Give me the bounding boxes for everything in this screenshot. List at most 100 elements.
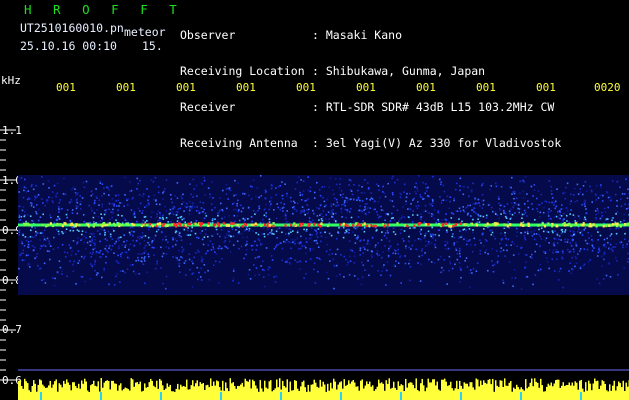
noise-pixel	[490, 233, 493, 236]
activity-bar	[133, 386, 135, 400]
noise-pixel	[137, 256, 139, 259]
noise-pixel	[157, 186, 160, 188]
noise-pixel	[612, 246, 615, 248]
activity-bar	[478, 386, 480, 400]
noise-pixel	[592, 245, 594, 248]
noise-pixel	[308, 220, 311, 223]
noise-pixel	[260, 195, 262, 197]
noise-pixel	[615, 227, 617, 230]
noise-pixel	[197, 278, 199, 281]
noise-pixel	[219, 209, 221, 211]
noise-pixel	[600, 186, 602, 189]
noise-pixel	[109, 218, 111, 221]
noise-pixel	[331, 252, 334, 255]
noise-pixel	[399, 256, 401, 258]
carrier-hotspot	[142, 223, 145, 227]
noise-pixel	[523, 235, 526, 237]
noise-pixel	[548, 180, 551, 182]
noise-pixel	[245, 226, 247, 229]
noise-pixel	[181, 218, 184, 221]
noise-pixel	[229, 189, 232, 192]
noise-pixel	[217, 214, 219, 217]
activity-bar	[144, 383, 146, 400]
noise-pixel	[105, 245, 108, 247]
noise-pixel	[563, 212, 565, 215]
activity-bar	[252, 379, 254, 400]
noise-pixel	[189, 200, 191, 203]
noise-pixel	[218, 211, 220, 213]
noise-pixel	[143, 257, 145, 260]
noise-pixel	[459, 247, 461, 250]
carrier-hotspot	[574, 223, 577, 226]
noise-pixel	[597, 251, 600, 254]
noise-pixel	[378, 189, 380, 191]
noise-pixel	[353, 198, 355, 201]
noise-pixel	[354, 227, 357, 230]
noise-pixel	[427, 230, 430, 233]
noise-pixel	[412, 210, 414, 212]
noise-pixel	[36, 232, 39, 234]
noise-pixel	[449, 262, 452, 265]
noise-pixel	[18, 231, 21, 233]
activity-bar	[601, 380, 603, 400]
noise-pixel	[76, 241, 79, 244]
noise-pixel	[240, 233, 243, 235]
noise-pixel	[296, 202, 299, 205]
noise-pixel	[275, 217, 278, 220]
activity-bar	[351, 381, 353, 400]
activity-bar	[307, 384, 309, 400]
noise-pixel	[569, 234, 572, 237]
noise-pixel	[258, 196, 261, 199]
activity-bar	[306, 391, 308, 400]
activity-bar	[256, 388, 258, 400]
noise-pixel	[94, 199, 96, 202]
activity-bar	[90, 385, 92, 400]
noise-pixel	[148, 244, 151, 246]
activity-bar	[382, 383, 384, 400]
noise-pixel	[583, 229, 585, 231]
noise-pixel	[524, 237, 526, 239]
noise-pixel	[573, 234, 575, 236]
noise-pixel	[58, 260, 61, 262]
noise-pixel	[150, 216, 152, 218]
noise-pixel	[318, 188, 321, 191]
noise-pixel	[542, 230, 545, 233]
noise-pixel	[504, 231, 506, 234]
noise-pixel	[545, 257, 548, 259]
noise-pixel	[510, 208, 512, 211]
noise-pixel	[200, 207, 203, 209]
noise-pixel	[321, 227, 324, 230]
activity-bar	[535, 381, 537, 400]
activity-bar	[343, 379, 345, 400]
noise-pixel	[403, 183, 406, 186]
noise-pixel	[600, 184, 602, 186]
noise-pixel	[625, 178, 627, 180]
activity-bar	[522, 389, 524, 400]
noise-pixel	[535, 233, 538, 235]
noise-pixel	[601, 265, 603, 267]
noise-pixel	[537, 190, 540, 192]
noise-pixel	[159, 203, 161, 206]
noise-pixel	[350, 179, 352, 182]
noise-pixel	[489, 229, 491, 232]
activity-bar	[403, 391, 405, 400]
noise-pixel	[286, 192, 288, 195]
activity-bar	[487, 379, 489, 400]
noise-pixel	[29, 236, 32, 238]
carrier-hotspot	[47, 223, 50, 227]
activity-bar	[436, 381, 438, 400]
noise-pixel	[285, 239, 288, 241]
noise-pixel	[564, 231, 566, 233]
noise-pixel	[343, 201, 346, 204]
noise-pixel	[579, 217, 581, 220]
noise-pixel	[191, 207, 193, 209]
noise-pixel	[568, 221, 571, 223]
noise-pixel	[193, 188, 195, 190]
noise-pixel	[537, 210, 539, 213]
noise-pixel	[319, 240, 322, 243]
activity-bar	[391, 387, 393, 400]
noise-pixel	[281, 194, 283, 197]
activity-bar	[565, 385, 567, 400]
noise-pixel	[555, 248, 558, 251]
noise-pixel	[172, 237, 174, 239]
